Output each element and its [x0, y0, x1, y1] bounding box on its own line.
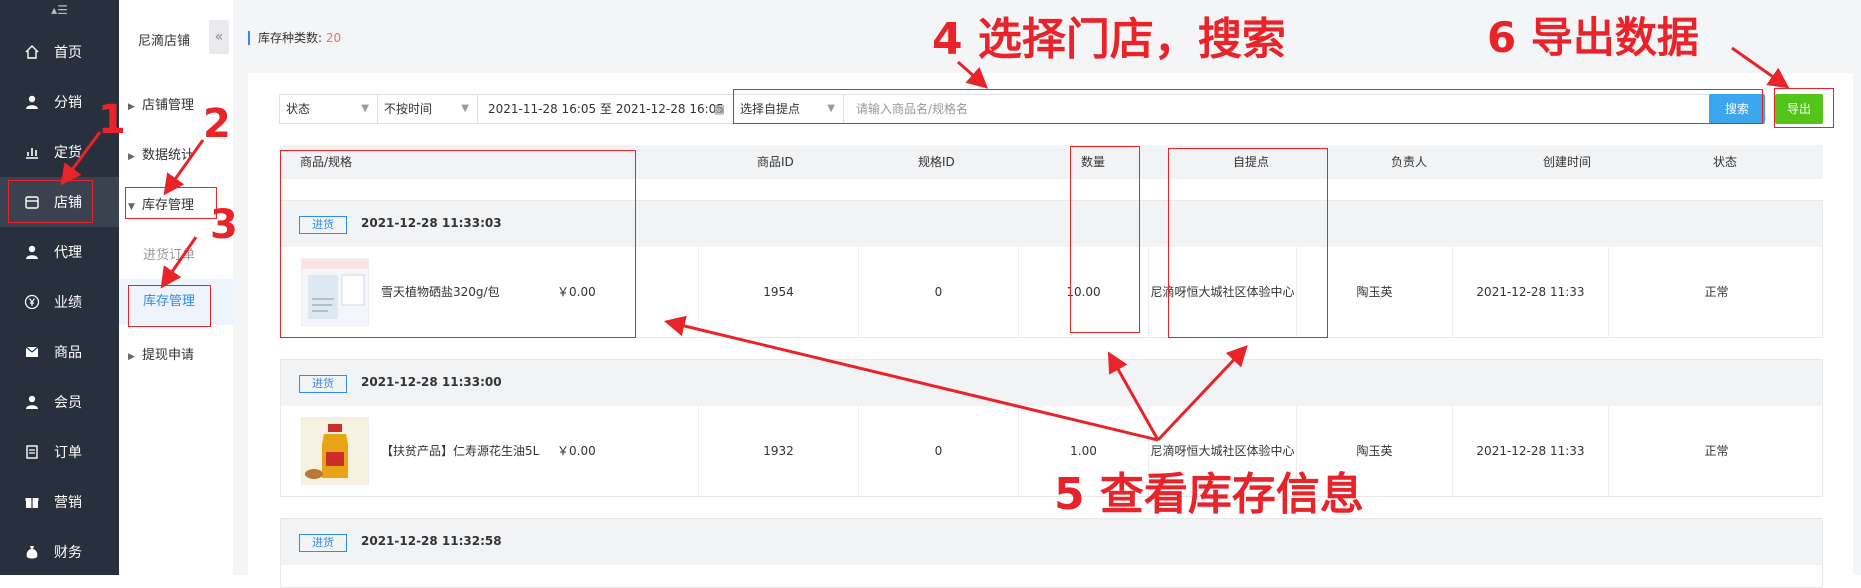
collapse-icon[interactable]: « — [209, 20, 229, 54]
row-group-header: 进货 2021-12-28 11:32:58 — [281, 519, 1822, 565]
nav-label: 代理 — [54, 245, 82, 261]
user-icon — [24, 94, 40, 110]
highlight-search-bar — [733, 89, 1763, 124]
inventory-count-value: 20 — [325, 31, 342, 45]
nav-label: 分销 — [54, 95, 82, 111]
time-type-value: 不按时间 — [384, 102, 433, 116]
annotation-step-6: 6 导出数据 — [1487, 13, 1699, 62]
group-time: 2021-12-28 11:32:58 — [361, 534, 502, 548]
list-item: 【扶贫产品】仁寿源花生油5L ￥0.00 1932 0 1.00 尼滴呀恒大城社… — [281, 406, 1822, 496]
product-id: 1954 — [698, 247, 858, 337]
row-status: 正常 — [1608, 406, 1824, 496]
highlight-inventory-group — [125, 187, 217, 219]
nav-item-products[interactable]: 商品 — [0, 327, 119, 377]
yen-icon — [24, 294, 40, 310]
table-row: 进货 2021-12-28 11:32:58 — [280, 518, 1823, 588]
table-row: 进货 2021-12-28 11:33:00 【扶贫产品】仁寿源花生油5L ￥0… — [280, 359, 1823, 497]
column-header: 商品ID — [757, 155, 794, 169]
row-group-header: 进货 2021-12-28 11:33:00 — [281, 360, 1822, 406]
product-id: 1932 — [698, 406, 858, 496]
nav-label: 定货 — [54, 145, 82, 161]
home-icon — [24, 44, 40, 60]
product-price: ￥0.00 — [557, 444, 596, 458]
column-header: 状态 — [1713, 155, 1738, 169]
highlight-store-nav — [8, 180, 93, 223]
annotation-step-2: 2 — [203, 101, 231, 147]
nav-item-members[interactable]: 会员 — [0, 377, 119, 427]
inventory-count: 库存种类数: 20 — [248, 31, 341, 45]
chart-icon — [24, 144, 40, 160]
sub-item-purchase-orders[interactable]: 进货订单 — [143, 244, 195, 263]
caret-right-icon: ▶ — [128, 102, 135, 112]
annotation-step-3: 3 — [210, 202, 238, 248]
nav-label: 首页 — [54, 45, 82, 61]
spec-id: 0 — [858, 406, 1018, 496]
sub-item-label: 提现申请 — [142, 348, 195, 363]
calendar-icon: ▦ — [713, 102, 725, 116]
submenu-title: 尼滴店铺 — [138, 34, 191, 49]
status-select[interactable]: 状态 ▼ — [279, 94, 378, 124]
nav-item-performance[interactable]: 业绩 — [0, 277, 119, 327]
status-select-value: 状态 — [286, 102, 311, 116]
product-thumbnail — [301, 417, 369, 485]
nav-label: 财务 — [54, 545, 82, 561]
nav-label: 商品 — [54, 345, 82, 361]
sub-item-label: 数据统计 — [142, 148, 195, 163]
row-status: 正常 — [1608, 247, 1824, 337]
money-bag-icon — [24, 544, 40, 560]
chevron-down-icon: ▼ — [461, 103, 469, 114]
status-badge: 进货 — [299, 534, 347, 552]
status-badge: 进货 — [299, 375, 347, 393]
nav-item-finance[interactable]: 财务 — [0, 527, 119, 577]
chevron-down-icon: ▼ — [361, 103, 369, 114]
annotation-step-4: 4 选择门店，搜索 — [932, 14, 1286, 65]
highlight-export — [1774, 88, 1834, 128]
sub-item-withdraw[interactable]: ▶ 提现申请 — [128, 344, 194, 363]
group-time: 2021-12-28 11:33:00 — [361, 375, 502, 389]
nav-label: 订单 — [54, 445, 82, 461]
highlight-pickup-column — [1168, 148, 1328, 338]
inventory-count-label: 库存种类数: — [258, 31, 326, 45]
nav-item-agent[interactable]: 代理 — [0, 227, 119, 277]
nav-item-orders[interactable]: 订单 — [0, 427, 119, 477]
menu-toggle-icon[interactable]: ▴☰ — [0, 0, 119, 24]
sub-item-label: 店铺管理 — [142, 98, 195, 113]
user-icon — [24, 244, 40, 260]
sub-item-store-manage[interactable]: ▶ 店铺管理 — [128, 94, 194, 113]
column-header: 负责人 — [1391, 155, 1428, 169]
date-range-value: 2021-11-28 16:05 至 2021-12-28 16:05 — [488, 102, 724, 116]
highlight-quantity-column — [1070, 146, 1140, 333]
gift-icon — [24, 494, 40, 510]
caret-right-icon: ▶ — [128, 352, 135, 362]
annotation-step-1: 1 — [98, 97, 126, 143]
nav-label: 业绩 — [54, 295, 82, 311]
created-time: 2021-12-28 11:33 — [1452, 247, 1608, 337]
highlight-inventory-manage — [128, 285, 211, 327]
user-icon — [24, 394, 40, 410]
product-name: 【扶贫产品】仁寿源花生油5L — [381, 444, 540, 458]
nav-label: 会员 — [54, 395, 82, 411]
spec-id: 0 — [858, 247, 1018, 337]
highlight-product-column — [280, 150, 636, 338]
sub-item-data-stats[interactable]: ▶ 数据统计 — [128, 144, 194, 163]
time-type-select[interactable]: 不按时间 ▼ — [377, 94, 478, 124]
column-header: 规格ID — [918, 155, 955, 169]
created-time: 2021-12-28 11:33 — [1452, 406, 1608, 496]
annotation-step-5: 5 查看库存信息 — [1054, 469, 1364, 520]
caret-right-icon: ▶ — [128, 152, 135, 162]
nav-item-marketing[interactable]: 营销 — [0, 477, 119, 527]
date-range-picker[interactable]: 2021-11-28 16:05 至 2021-12-28 16:05 ▦ — [477, 94, 734, 124]
main-nav: ▴☰ 首页 分销 定货 店铺 代理 业绩 商品 会员 订单 营销 财务 — [0, 0, 119, 575]
nav-item-home[interactable]: 首页 — [0, 27, 119, 77]
nav-label: 营销 — [54, 495, 82, 511]
document-icon — [24, 444, 40, 460]
column-header: 创建时间 — [1543, 155, 1592, 169]
mail-icon — [24, 344, 40, 360]
